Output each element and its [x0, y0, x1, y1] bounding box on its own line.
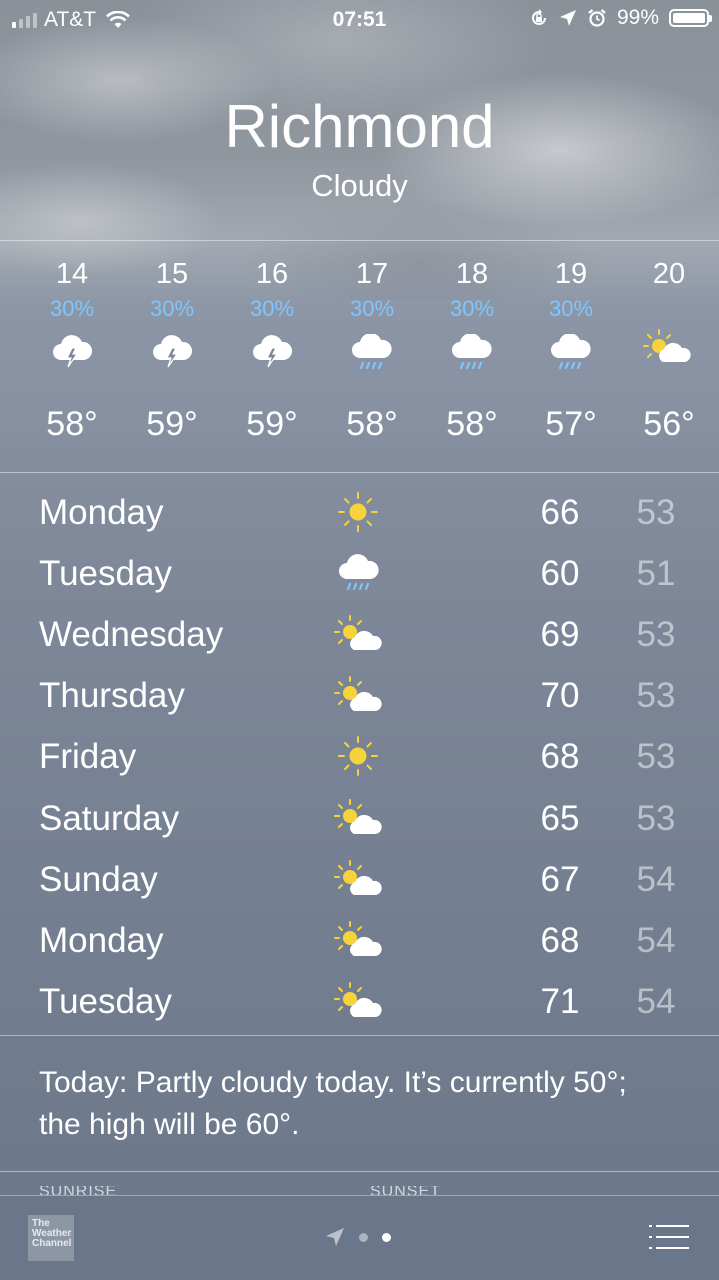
- hourly-precip-chance: 30%: [449, 296, 495, 321]
- daily-row: Monday 68 54: [0, 909, 719, 970]
- partly-cloudy-icon: [334, 799, 382, 834]
- daily-high: 67: [540, 860, 580, 899]
- bottom-toolbar: The Weather Channel: [0, 1195, 719, 1280]
- page-dot: [359, 1232, 368, 1242]
- hourly-hour: 18: [455, 258, 489, 290]
- daily-low: 53: [636, 676, 676, 715]
- status-bar: AT&T 07:51 99%: [0, 0, 719, 40]
- thunderstorm-icon: [153, 335, 193, 368]
- hourly-temp: 56°: [643, 405, 695, 443]
- hourly-temp: 58°: [346, 405, 398, 443]
- daily-day: Sunday: [39, 860, 158, 899]
- hourly-precip-chance: 30%: [49, 296, 95, 321]
- rain-icon: [339, 554, 379, 591]
- hourly-hour: 17: [355, 258, 389, 290]
- hourly-temp: 59°: [146, 405, 198, 443]
- daily-day: Friday: [39, 737, 137, 776]
- location-arrow-icon: [326, 1228, 344, 1246]
- partly-cloudy-icon: [334, 982, 382, 1017]
- hourly-hour: 15: [155, 258, 189, 290]
- partly-cloudy-icon: [334, 921, 382, 956]
- sun-icon: [338, 492, 378, 532]
- hourly-temp: 57°: [545, 405, 597, 443]
- rain-icon: [352, 334, 392, 370]
- current-condition: Cloudy: [311, 168, 408, 203]
- daily-low: 54: [636, 860, 676, 899]
- hourly-precip-chance: 30%: [349, 296, 395, 321]
- daily-day: Tuesday: [39, 554, 172, 593]
- list-icon[interactable]: [649, 1224, 689, 1250]
- hourly-hour: 14: [55, 258, 89, 290]
- daily-low: 53: [636, 737, 676, 776]
- hourly-hour: 20: [652, 258, 686, 290]
- daily-row: Tuesday 60 51: [0, 542, 719, 603]
- hourly-hour: 16: [255, 258, 289, 290]
- rain-icon: [452, 334, 492, 370]
- hourly-temp: 58°: [46, 405, 98, 443]
- daily-high: 68: [540, 737, 580, 776]
- hourly-forecast[interactable]: 14 30% 58° 15 30% 59° 16 30% 59° 17 30% …: [0, 240, 719, 472]
- daily-row: Tuesday 71 54: [0, 970, 719, 1031]
- partly-cloudy-icon: [643, 329, 691, 362]
- daily-row: Sunday 67 54: [0, 848, 719, 909]
- hourly-precip-chance: 30%: [249, 296, 295, 321]
- daily-high: 66: [540, 493, 580, 532]
- thunderstorm-icon: [253, 335, 293, 368]
- location-arrow-icon: [559, 10, 576, 26]
- thunderstorm-icon: [53, 335, 93, 368]
- daily-low: 53: [636, 799, 676, 838]
- alarm-icon: [588, 9, 606, 27]
- today-summary: Today: Partly cloudy today. It’s current…: [39, 1066, 627, 1141]
- daily-low: 54: [636, 921, 676, 960]
- hourly-temp: 58°: [446, 405, 498, 443]
- daily-day: Saturday: [39, 799, 180, 838]
- rain-icon: [551, 334, 591, 370]
- daily-day: Thursday: [39, 676, 185, 715]
- daily-row: Wednesday 69 53: [0, 603, 719, 664]
- city-name: Richmond: [224, 93, 495, 160]
- daily-low: 54: [636, 982, 676, 1021]
- orientation-lock-icon: [532, 9, 546, 25]
- hourly-temp: 59°: [246, 405, 298, 443]
- divider: [0, 1035, 719, 1036]
- divider: [0, 1171, 719, 1172]
- daily-high: 71: [540, 982, 580, 1021]
- daily-high: 69: [540, 615, 580, 654]
- daily-low: 53: [636, 493, 676, 532]
- partly-cloudy-icon: [334, 615, 382, 650]
- divider: [0, 472, 719, 473]
- hourly-precip-chance: 30%: [149, 296, 195, 321]
- page-dot-active: [382, 1232, 391, 1242]
- daily-day: Tuesday: [39, 982, 172, 1021]
- daily-day: Wednesday: [39, 615, 224, 654]
- hourly-precip-chance: 30%: [548, 296, 594, 321]
- daily-row: Friday 68 53: [0, 725, 719, 786]
- daily-day: Monday: [39, 921, 164, 960]
- daily-row: Saturday 65 53: [0, 787, 719, 848]
- weather-channel-logo[interactable]: The Weather Channel: [28, 1215, 74, 1261]
- battery-percent: 99%: [616, 6, 659, 29]
- daily-row: Thursday 70 53: [0, 664, 719, 725]
- hourly-hour: 19: [554, 258, 588, 290]
- daily-day: Monday: [39, 493, 164, 532]
- daily-low: 53: [636, 615, 676, 654]
- battery-icon: [669, 9, 712, 27]
- daily-high: 70: [540, 676, 580, 715]
- daily-high: 65: [540, 799, 580, 838]
- daily-row: Monday 66 53: [0, 481, 719, 542]
- page-indicator[interactable]: [325, 1227, 391, 1247]
- daily-low: 51: [636, 554, 676, 593]
- partly-cloudy-icon: [334, 860, 382, 895]
- partly-cloudy-icon: [334, 676, 382, 711]
- daily-high: 68: [540, 921, 580, 960]
- daily-high: 60: [540, 554, 580, 593]
- sun-icon: [338, 736, 378, 776]
